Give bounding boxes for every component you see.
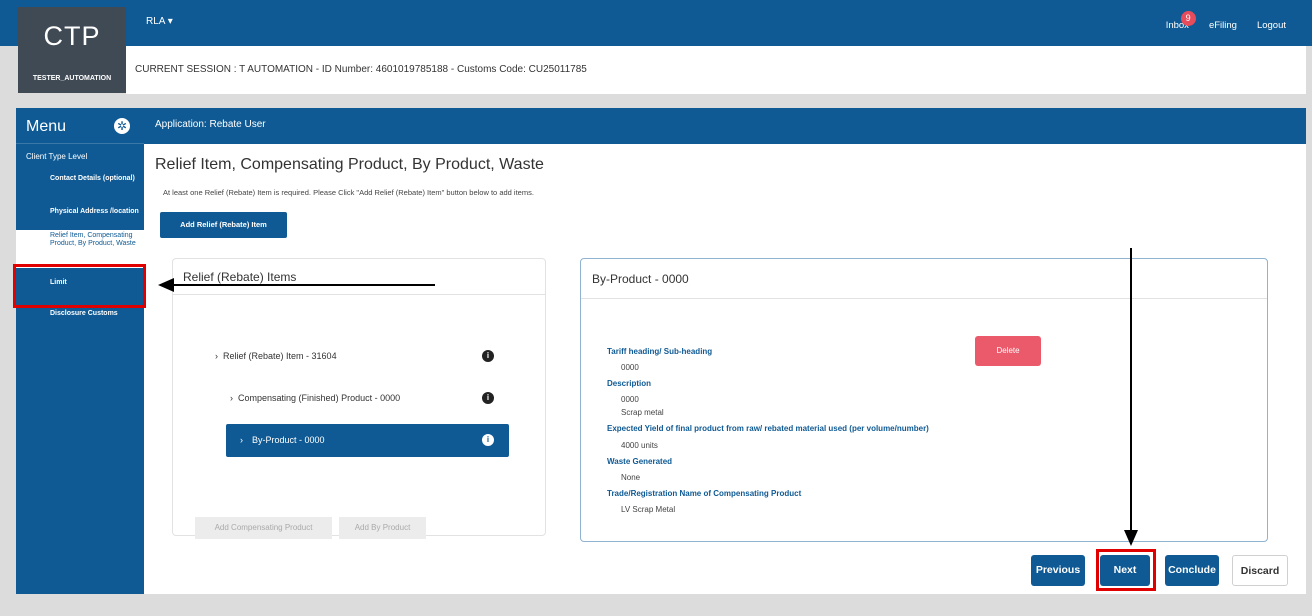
menu-settings-icon[interactable]: ✲ bbox=[114, 118, 130, 134]
client-type-level: Client Type Level bbox=[26, 152, 88, 161]
tree-item-by-product-label: By-Product - 0000 bbox=[252, 435, 325, 445]
top-links: Inbox 9 eFiling Logout bbox=[1166, 11, 1286, 31]
tree-item-relief[interactable]: › Relief (Rebate) Item - 31604 bbox=[215, 351, 337, 361]
add-by-product-button[interactable]: Add By Product bbox=[339, 517, 426, 539]
field-label-expected-yield: Expected Yield of final product from raw… bbox=[607, 424, 929, 433]
field-label-tariff: Tariff heading/ Sub-heading bbox=[607, 347, 713, 356]
by-product-title: By-Product - 0000 bbox=[581, 259, 1267, 299]
application-title: Application: Rebate User bbox=[155, 119, 266, 130]
field-value-description-text: Scrap metal bbox=[621, 408, 664, 417]
field-label-trade-name: Trade/Registration Name of Compensating … bbox=[607, 489, 802, 498]
delete-button[interactable]: Delete bbox=[975, 336, 1041, 366]
efiling-link[interactable]: eFiling bbox=[1209, 20, 1237, 31]
field-label-description: Description bbox=[607, 379, 652, 388]
field-value-expected-yield: 4000 units bbox=[621, 441, 658, 450]
caret-down-icon: ▾ bbox=[167, 16, 173, 27]
sidebar-item-contact-details[interactable]: Contact Details (optional) bbox=[50, 174, 140, 183]
chevron-right-icon: › bbox=[230, 393, 233, 403]
tree-item-compensating[interactable]: › Compensating (Finished) Product - 0000 bbox=[230, 393, 400, 403]
relief-items-panel: Relief (Rebate) Items › Relief (Rebate) … bbox=[172, 258, 546, 539]
info-icon[interactable]: i bbox=[482, 434, 494, 446]
relief-items-title: Relief (Rebate) Items bbox=[173, 259, 545, 295]
add-relief-item-button[interactable]: Add Relief (Rebate) Item bbox=[160, 212, 287, 238]
by-product-detail-panel: By-Product - 0000 Delete Tariff heading/… bbox=[580, 258, 1268, 542]
sidebar-item-relief-label: Relief Item, Compensating Product, By Pr… bbox=[50, 232, 136, 247]
sidebar-item-relief-item[interactable]: Relief Item, Compensating Product, By Pr… bbox=[16, 230, 144, 268]
session-info: CURRENT SESSION : T AUTOMATION - ID Numb… bbox=[135, 64, 587, 75]
sidebar-item-physical-address[interactable]: Physical Address /location bbox=[50, 207, 140, 216]
field-label-waste: Waste Generated bbox=[607, 457, 673, 466]
application-header: Application: Rebate User bbox=[144, 108, 1306, 144]
tree-item-compensating-label: Compensating (Finished) Product - 0000 bbox=[238, 393, 401, 403]
highlight-box-next bbox=[1096, 549, 1156, 591]
role-label: RLA bbox=[146, 16, 165, 27]
discard-button[interactable]: Discard bbox=[1232, 555, 1288, 586]
inbox-link[interactable]: Inbox 9 bbox=[1166, 11, 1196, 31]
info-icon[interactable]: i bbox=[482, 392, 494, 404]
chevron-right-icon: › bbox=[215, 351, 218, 361]
info-icon[interactable]: i bbox=[482, 350, 494, 362]
page-title: Relief Item, Compensating Product, By Pr… bbox=[155, 156, 544, 173]
username: TESTER_AUTOMATION bbox=[32, 75, 112, 82]
main-content: Relief Item, Compensating Product, By Pr… bbox=[144, 144, 1306, 594]
highlight-box-limit bbox=[13, 264, 146, 308]
menu-title: Menu bbox=[26, 118, 67, 135]
conclude-button[interactable]: Conclude bbox=[1165, 555, 1219, 586]
chevron-right-icon: › bbox=[240, 435, 243, 445]
field-value-waste: None bbox=[621, 473, 641, 482]
inbox-count-badge: 9 bbox=[1180, 11, 1196, 26]
field-value-trade-name: LV Scrap Metal bbox=[621, 505, 676, 514]
sidebar-menu: Menu ✲ Client Type Level Contact Details… bbox=[16, 108, 144, 594]
logo-text: CTP bbox=[43, 21, 101, 51]
menu-header: Menu ✲ bbox=[16, 108, 144, 144]
logout-link[interactable]: Logout bbox=[1257, 20, 1286, 31]
field-value-description-code: 0000 bbox=[621, 395, 639, 404]
page-hint: At least one Relief (Rebate) Item is req… bbox=[163, 188, 534, 197]
session-bar: CURRENT SESSION : T AUTOMATION - ID Numb… bbox=[126, 46, 1306, 94]
tree-item-relief-label: Relief (Rebate) Item - 31604 bbox=[223, 351, 337, 361]
tree-item-by-product[interactable]: › By-Product - 0000 i bbox=[226, 424, 509, 457]
previous-button[interactable]: Previous bbox=[1031, 555, 1085, 586]
app-logo[interactable]: CTP TESTER_AUTOMATION bbox=[18, 7, 126, 93]
top-navbar: RLA ▾ Inbox 9 eFiling Logout bbox=[0, 0, 1312, 46]
add-compensating-product-button[interactable]: Add Compensating Product bbox=[195, 517, 332, 539]
role-dropdown[interactable]: RLA ▾ bbox=[146, 16, 173, 27]
field-value-tariff: 0000 bbox=[621, 363, 639, 372]
sidebar-item-disclosure-customs[interactable]: Disclosure Customs bbox=[50, 309, 140, 318]
